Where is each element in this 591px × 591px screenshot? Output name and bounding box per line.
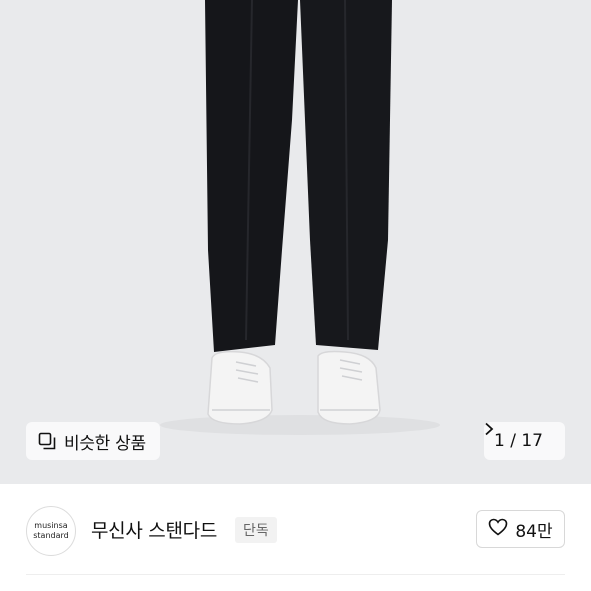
product-image-gallery[interactable]: 비슷한 상품 1 / 17 — [0, 0, 591, 484]
brand-name-link[interactable]: 무신사 스탠다드 — [91, 516, 217, 543]
image-pager-count: 1 / 17 — [494, 431, 543, 451]
exclusive-badge: 단독 — [235, 517, 277, 543]
brand-logo[interactable]: musinsa standard — [26, 506, 76, 556]
divider — [26, 574, 565, 575]
brand-logo-text-1: musinsa — [34, 521, 68, 530]
heart-icon — [488, 518, 508, 540]
like-button[interactable]: 84만 — [476, 510, 565, 548]
copy-icon — [38, 432, 56, 450]
like-count: 84만 — [515, 521, 553, 542]
similar-products-label: 비슷한 상품 — [64, 433, 146, 454]
similar-products-button[interactable]: 비슷한 상품 — [26, 422, 160, 460]
product-page: 비슷한 상품 1 / 17 musinsa standard 무신사 스탠다드 … — [0, 0, 591, 591]
brand-logo-text-2: standard — [33, 531, 69, 540]
product-photo — [0, 0, 591, 484]
image-pager-button[interactable]: 1 / 17 — [484, 422, 565, 460]
